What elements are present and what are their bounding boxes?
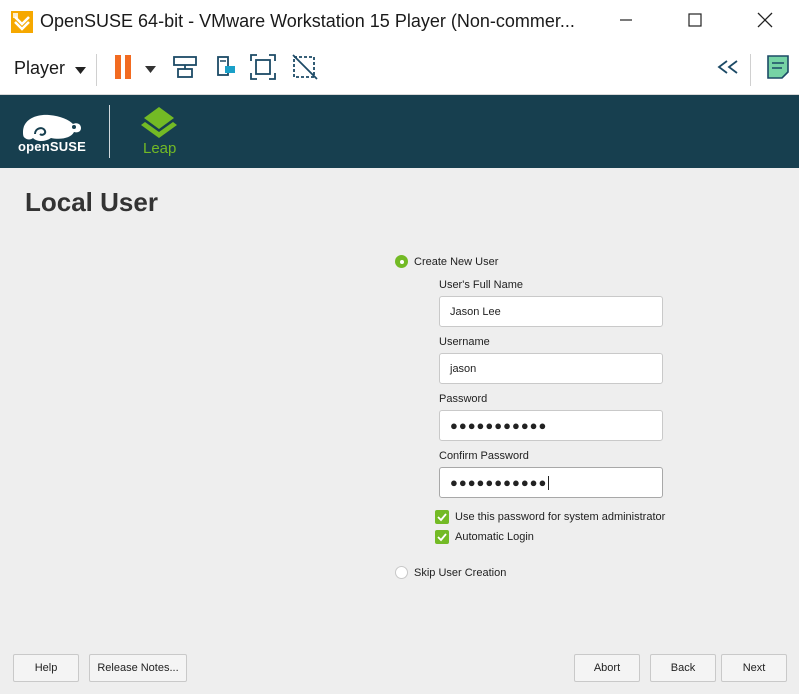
password-value: ●●●●●●●●●●● — [450, 418, 548, 433]
vmware-player-icon — [10, 10, 34, 34]
send-ctrl-alt-del-icon — [172, 54, 198, 85]
automatic-login-checkbox[interactable]: Automatic Login — [435, 530, 534, 544]
back-button[interactable]: Back — [650, 654, 716, 682]
create-new-user-label: Create New User — [414, 255, 499, 268]
leap-label: Leap — [143, 140, 177, 157]
skip-user-creation-radio[interactable]: Skip User Creation — [395, 566, 506, 579]
collapse-toolbar-button[interactable] — [713, 54, 743, 84]
radio-selected-indicator — [395, 255, 408, 268]
leap-logo-icon — [138, 105, 180, 144]
username-label: Username — [439, 336, 490, 348]
radio-unselected-indicator — [395, 566, 408, 579]
confirm-password-value: ●●●●●●●●●●● — [450, 475, 548, 490]
window-title: OpenSUSE 64-bit - VMware Workstation 15 … — [40, 11, 575, 31]
confirm-password-input[interactable]: ●●●●●●●●●●● — [439, 467, 663, 498]
create-new-user-radio[interactable]: Create New User — [395, 255, 498, 268]
abort-button-label: Abort — [593, 662, 621, 674]
skip-user-creation-label: Skip User Creation — [414, 566, 507, 579]
help-button-label: Help — [34, 662, 58, 674]
notes-button[interactable] — [763, 54, 793, 84]
banner-divider — [109, 105, 110, 158]
notes-icon — [765, 54, 791, 85]
minimize-icon — [619, 13, 633, 32]
release-notes-button-label: Release Notes... — [97, 662, 179, 674]
removable-devices-icon — [212, 54, 238, 85]
opensuse-banner: openSUSE Leap — [0, 95, 799, 168]
opensuse-wordmark: openSUSE — [18, 139, 87, 154]
toolbar-divider — [750, 54, 751, 86]
minimize-button[interactable] — [603, 0, 649, 44]
checkbox-checked-icon — [435, 510, 449, 524]
username-input[interactable]: jason — [439, 353, 663, 384]
close-icon — [757, 12, 773, 33]
send-ctrl-alt-del-button[interactable] — [170, 54, 200, 84]
confirm-password-label: Confirm Password — [439, 450, 529, 462]
maximize-icon — [688, 12, 702, 32]
dropdown-arrow-icon — [144, 60, 156, 78]
full-screen-icon — [249, 53, 277, 86]
unity-icon — [291, 53, 319, 86]
password-input[interactable]: ●●●●●●●●●●● — [439, 410, 663, 441]
automatic-login-label: Automatic Login — [455, 531, 534, 543]
pause-icon — [112, 54, 134, 85]
checkbox-checked-icon — [435, 530, 449, 544]
removable-devices-button[interactable] — [210, 54, 240, 84]
close-button[interactable] — [742, 0, 788, 44]
player-toolbar: Player — [0, 44, 799, 95]
next-button-label: Next — [742, 662, 766, 674]
maximize-button[interactable] — [672, 0, 718, 44]
full-name-input[interactable]: Jason Lee — [439, 296, 663, 327]
next-button[interactable]: Next — [721, 654, 787, 682]
pause-options-button[interactable] — [137, 54, 163, 84]
full-screen-button[interactable] — [248, 53, 278, 86]
password-label: Password — [439, 393, 488, 405]
full-name-label: User's Full Name — [439, 279, 524, 291]
full-name-value: Jason Lee — [450, 305, 501, 318]
release-notes-button[interactable]: Release Notes... — [89, 654, 187, 682]
pause-button[interactable] — [108, 54, 138, 84]
username-value: jason — [450, 362, 477, 375]
page-title: Local User — [25, 187, 158, 217]
title-bar: OpenSUSE 64-bit - VMware Workstation 15 … — [0, 0, 799, 44]
text-cursor — [548, 475, 550, 490]
use-password-for-admin-checkbox[interactable]: Use this password for system administrat… — [435, 510, 665, 524]
use-password-for-admin-label: Use this password for system administrat… — [455, 511, 666, 523]
help-button[interactable]: Help — [13, 654, 79, 682]
dropdown-arrow-icon — [75, 58, 87, 79]
toolbar-divider — [96, 54, 97, 86]
abort-button[interactable]: Abort — [574, 654, 640, 682]
collapse-icon — [716, 59, 740, 79]
player-menu-label: Player — [14, 58, 66, 78]
back-button-label: Back — [670, 662, 696, 674]
unity-button[interactable] — [290, 53, 320, 86]
player-menu-button[interactable]: Player — [14, 58, 87, 79]
